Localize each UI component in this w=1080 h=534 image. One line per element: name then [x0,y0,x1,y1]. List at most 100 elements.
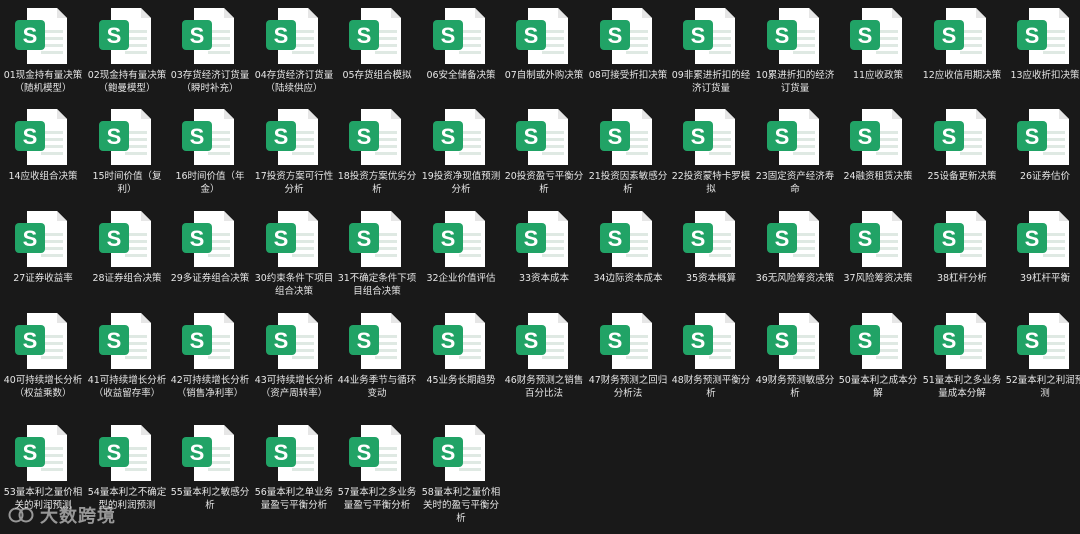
svg-text:S: S [441,440,456,465]
file-name-label: 04存货经济订货量（陆续供应） [254,70,334,94]
svg-text:S: S [691,23,706,48]
file-name-label: 31不确定条件下项目组合决策 [337,273,417,297]
file-item[interactable]: S 13应收折扣决策 [1005,0,1080,100]
file-item[interactable]: S 30约束条件下项目组合决策 [254,203,334,303]
spreadsheet-s-icon: S [431,423,489,483]
file-item[interactable]: S 10累进折扣的经济订货量 [755,0,835,100]
file-item[interactable]: S 20投资盈亏平衡分析 [504,101,584,201]
spreadsheet-s-icon: S [514,311,572,371]
file-item[interactable]: S 22投资蒙特卡罗模拟 [671,101,751,201]
file-item[interactable]: S 25设备更新决策 [922,101,1002,201]
file-name-label: 29多证券组合决策 [170,273,250,284]
file-item[interactable]: S 06安全储备决策 [421,0,501,100]
file-item[interactable]: S 29多证券组合决策 [170,203,250,303]
file-name-label: 51量本利之多业务量成本分解 [922,375,1002,399]
file-item[interactable]: S 37风险筹资决策 [838,203,918,303]
file-item[interactable]: S 40可持续增长分析（权益乘数） [3,305,83,405]
file-item[interactable]: S 28证券组合决策 [87,203,167,303]
file-name-label: 25设备更新决策 [927,171,997,182]
file-name-label: 34边际资本成本 [593,273,663,284]
file-name-label: 21投资因素敏感分析 [588,171,668,195]
file-item[interactable]: S 17投资方案可行性分析 [254,101,334,201]
file-name-label: 15时间价值（复利） [92,171,162,195]
file-name-label: 44业务季节与循环变动 [337,375,417,399]
file-name-label: 32企业价值评估 [426,273,496,284]
file-item[interactable]: S 24融资租赁决策 [838,101,918,201]
file-item[interactable]: S 04存货经济订货量（陆续供应） [254,0,334,100]
file-item[interactable]: S 31不确定条件下项目组合决策 [337,203,417,303]
file-item[interactable]: S 27证券收益率 [3,203,83,303]
file-item[interactable]: S 43可持续增长分析（资产周转率） [254,305,334,405]
svg-text:S: S [23,440,38,465]
file-item[interactable]: S 41可持续增长分析（收益留存率） [87,305,167,405]
spreadsheet-s-icon: S [264,107,322,167]
file-item[interactable]: S 49财务预测敏感分析 [755,305,835,405]
spreadsheet-s-icon: S [13,107,71,167]
file-item[interactable]: S 03存货经济订货量（瞬时补充） [170,0,250,100]
file-item[interactable]: S 12应收信用期决策 [922,0,1002,100]
file-item[interactable]: S 56量本利之单业务量盈亏平衡分析 [254,417,334,517]
file-item[interactable]: S 26证券估价 [1005,101,1080,201]
file-name-label: 43可持续增长分析（资产周转率） [254,375,334,399]
svg-text:S: S [107,440,122,465]
file-name-label: 07自制或外购决策 [504,70,584,81]
file-item[interactable]: S 01现金持有量决策（随机模型） [3,0,83,100]
file-item[interactable]: S 34边际资本成本 [588,203,668,303]
file-item[interactable]: S 02现金持有量决策（鲍曼模型） [87,0,167,100]
file-item[interactable]: S 50量本利之成本分解 [838,305,918,405]
file-item[interactable]: S 44业务季节与循环变动 [337,305,417,405]
file-item[interactable]: S 33资本成本 [504,203,584,303]
spreadsheet-s-icon: S [765,6,823,66]
file-item[interactable]: S 39杠杆平衡 [1005,203,1080,303]
file-item[interactable]: S 11应收政策 [838,0,918,100]
spreadsheet-s-icon: S [848,6,906,66]
spreadsheet-s-icon: S [431,107,489,167]
watermark: 大数跨境 [8,500,116,530]
file-item[interactable]: S 45业务长期趋势 [421,305,501,405]
file-item[interactable]: S 57量本利之多业务量盈亏平衡分析 [337,417,417,517]
file-name-label: 11应收政策 [852,70,904,81]
file-item[interactable]: S 16时间价值（年金） [170,101,250,201]
spreadsheet-s-icon: S [180,6,238,66]
file-name-label: 14应收组合决策 [8,171,78,182]
file-item[interactable]: S 09非累进折扣的经济订货量 [671,0,751,100]
file-item[interactable]: S 48财务预测平衡分析 [671,305,751,405]
svg-text:S: S [107,124,122,149]
file-name-label: 22投资蒙特卡罗模拟 [671,171,751,195]
svg-text:S: S [190,226,205,251]
spreadsheet-s-icon: S [13,6,71,66]
spreadsheet-s-icon: S [598,209,656,269]
file-item[interactable]: S 55量本利之敏感分析 [170,417,250,517]
spreadsheet-s-icon: S [1015,311,1073,371]
file-name-label: 01现金持有量决策（随机模型） [3,70,83,94]
file-item[interactable]: S 47财务预测之回归分析法 [588,305,668,405]
file-item[interactable]: S 51量本利之多业务量成本分解 [922,305,1002,405]
file-name-label: 12应收信用期决策 [922,70,1002,81]
file-item[interactable]: S 36无风险筹资决策 [755,203,835,303]
file-item[interactable]: S 21投资因素敏感分析 [588,101,668,201]
file-name-label: 19投资净现值预测分析 [421,171,501,195]
file-item[interactable]: S 23固定资产经济寿命 [755,101,835,201]
file-item[interactable]: S 58量本利之量价相关时的盈亏平衡分析 [421,417,501,524]
file-item[interactable]: S 18投资方案优劣分析 [337,101,417,201]
svg-text:S: S [23,23,38,48]
svg-text:S: S [775,23,790,48]
file-item[interactable]: S 35资本概算 [671,203,751,303]
file-item[interactable]: S 46财务预测之销售百分比法 [504,305,584,405]
file-item[interactable]: S 42可持续增长分析（销售净利率） [170,305,250,405]
file-item[interactable]: S 32企业价值评估 [421,203,501,303]
file-item[interactable]: S 19投资净现值预测分析 [421,101,501,201]
svg-text:S: S [942,124,957,149]
file-name-label: 16时间价值（年金） [175,171,245,195]
file-item[interactable]: S 38杠杆分析 [922,203,1002,303]
svg-text:S: S [190,124,205,149]
file-item[interactable]: S 08可接受折扣决策 [588,0,668,100]
file-item[interactable]: S 15时间价值（复利） [87,101,167,201]
file-name-label: 24融资租赁决策 [843,171,913,182]
file-name-label: 39杠杆平衡 [1019,273,1071,284]
file-item[interactable]: S 07自制或外购决策 [504,0,584,100]
file-item[interactable]: S 14应收组合决策 [3,101,83,201]
file-item[interactable]: S 05存货组合模拟 [337,0,417,100]
file-item[interactable]: S 52量本利之利润预测 [1005,305,1080,405]
svg-text:S: S [357,328,372,353]
